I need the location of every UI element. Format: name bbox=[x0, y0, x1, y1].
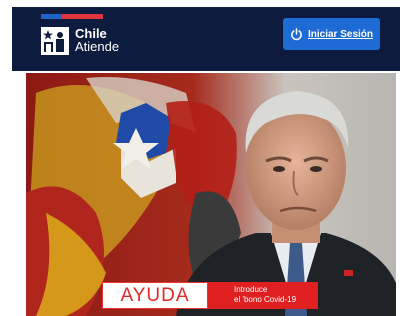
logo-line2: Atiende bbox=[75, 39, 120, 54]
banner-subtitle-box: Introduce el 'bono Covid-19 bbox=[208, 282, 318, 309]
hero-image[interactable] bbox=[26, 73, 396, 316]
site-header: Chile Atiende Iniciar Sesión bbox=[12, 7, 400, 71]
hero-photo bbox=[26, 73, 396, 316]
banner-subtitle-line2: el 'bono Covid-19 bbox=[234, 295, 297, 304]
power-icon bbox=[291, 27, 302, 40]
login-label: Iniciar Sesión bbox=[307, 28, 374, 40]
banner-title-box: AYUDA bbox=[102, 282, 208, 309]
banner-title: AYUDA bbox=[120, 284, 190, 306]
chileatiende-logo-icon bbox=[41, 27, 69, 55]
login-button[interactable]: Iniciar Sesión bbox=[283, 18, 380, 50]
covid-bonus-banner[interactable]: AYUDA Introduce el 'bono Covid-19 bbox=[102, 282, 318, 309]
flag-stripe bbox=[41, 14, 103, 19]
banner-subtitle-line1: Introduce bbox=[234, 285, 268, 294]
logo-wordmark[interactable]: Chile Atiende bbox=[75, 27, 119, 53]
